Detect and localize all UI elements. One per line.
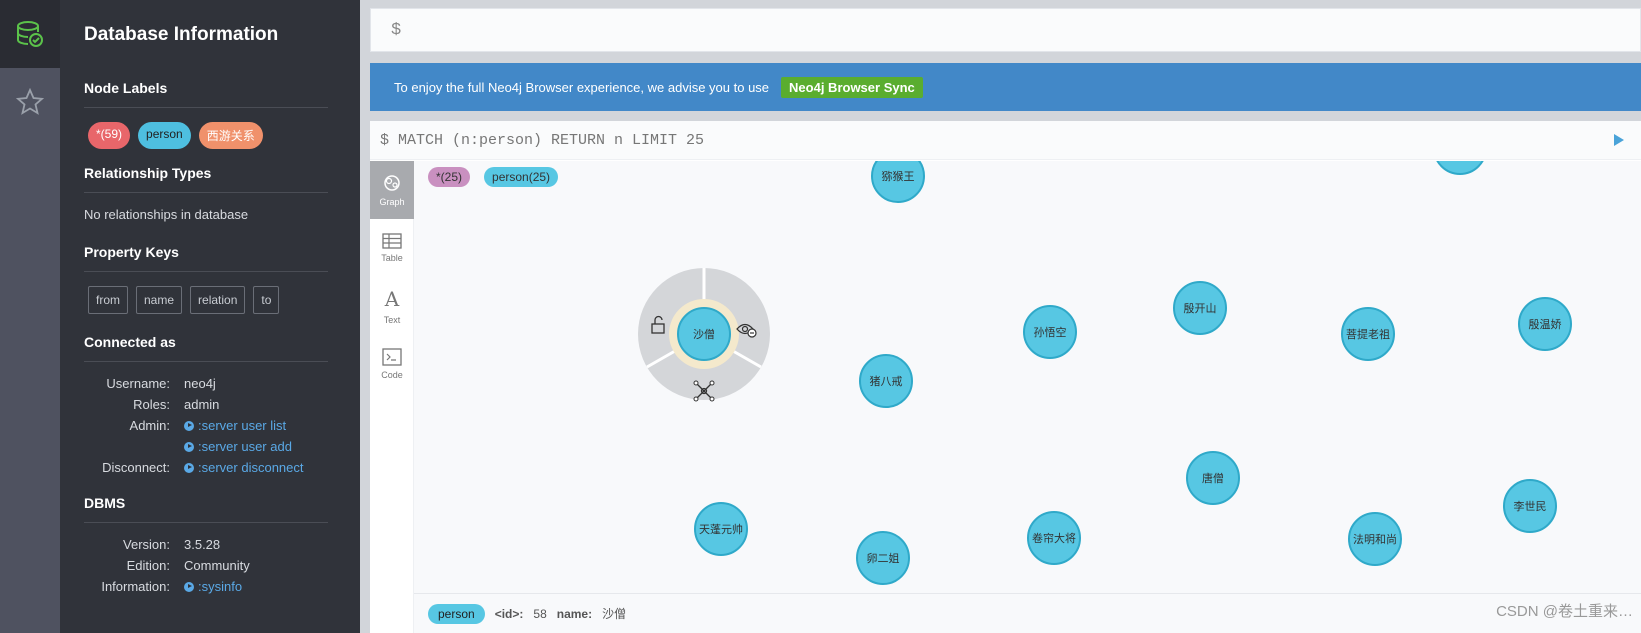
sync-banner: To enjoy the full Neo4j Browser experien… bbox=[370, 63, 1641, 111]
graph-node[interactable]: 卵二姐 bbox=[856, 531, 910, 585]
server-user-add-link[interactable]: :server user add bbox=[184, 439, 360, 454]
graph-node[interactable]: 天蓬元帅 bbox=[694, 502, 748, 556]
version-value: 3.5.28 bbox=[184, 537, 221, 552]
run-query-button[interactable] bbox=[1597, 121, 1641, 160]
property-keys-heading: Property Keys bbox=[84, 244, 328, 272]
view-table-label: Table bbox=[381, 253, 403, 263]
username-value: neo4j bbox=[184, 376, 216, 391]
database-icon[interactable] bbox=[0, 0, 60, 68]
node-labels-list: *(59) person 西游关系 bbox=[88, 122, 360, 149]
hide-eye-icon[interactable] bbox=[736, 321, 758, 339]
property-key-to[interactable]: to bbox=[253, 286, 280, 314]
edition-label: Edition: bbox=[126, 558, 170, 573]
result-labels: *(25) person(25) bbox=[428, 167, 559, 187]
graph-node[interactable]: 卷帘大将 bbox=[1027, 511, 1081, 565]
server-disconnect-link[interactable]: :server disconnect bbox=[184, 460, 360, 475]
no-relationships-text: No relationships in database bbox=[84, 207, 249, 222]
status-label-tag[interactable]: person bbox=[428, 603, 485, 624]
node-label-pill[interactable]: person bbox=[138, 122, 191, 149]
view-switcher: Graph Table A Text Code bbox=[370, 161, 414, 633]
roles-label: Roles: bbox=[133, 397, 170, 412]
graph-node-selected[interactable]: 沙僧 bbox=[677, 307, 731, 361]
expand-relationships-icon[interactable] bbox=[693, 380, 715, 402]
graph-icon bbox=[384, 175, 400, 191]
play-icon bbox=[184, 441, 194, 452]
relationship-types-heading: Relationship Types bbox=[84, 165, 328, 193]
server-user-list-link[interactable]: :server user list bbox=[184, 418, 360, 433]
cypher-editor[interactable]: $ bbox=[370, 8, 1641, 52]
graph-node-partial[interactable] bbox=[1433, 161, 1487, 175]
server-user-add-text: :server user add bbox=[198, 439, 292, 454]
status-bar: person <id>: 58 name: 沙僧 bbox=[414, 593, 1641, 633]
favorites-star-icon[interactable] bbox=[0, 68, 60, 136]
play-icon bbox=[184, 462, 194, 473]
banner-text: To enjoy the full Neo4j Browser experien… bbox=[394, 79, 770, 95]
dbms-heading: DBMS bbox=[84, 495, 328, 523]
view-table-button[interactable]: Table bbox=[370, 219, 414, 277]
browser-sync-button[interactable]: Neo4j Browser Sync bbox=[781, 76, 923, 98]
graph-node[interactable]: 猕猴王 bbox=[871, 161, 925, 203]
database-info-drawer: Database Information Node Labels *(59) p… bbox=[60, 0, 360, 633]
connection-details: Username: neo4j Roles: admin Admin: :ser… bbox=[84, 376, 360, 475]
status-id-value: 58 bbox=[533, 606, 547, 621]
text-icon: A bbox=[384, 287, 400, 311]
view-code-button[interactable]: Code bbox=[370, 335, 414, 393]
node-label-pill[interactable]: 西游关系 bbox=[198, 122, 263, 149]
editor-prompt: $ bbox=[391, 20, 402, 40]
view-text-label: Text bbox=[383, 315, 401, 325]
status-id-label: <id>: bbox=[494, 606, 524, 621]
connected-as-heading: Connected as bbox=[84, 334, 328, 362]
version-label: Version: bbox=[123, 537, 170, 552]
result-label-all[interactable]: *(25) bbox=[428, 167, 471, 187]
node-label-pill[interactable]: *(59) bbox=[88, 122, 131, 149]
watermark: CSDN @卷土重来… bbox=[1496, 603, 1633, 620]
property-key-name[interactable]: name bbox=[136, 286, 183, 314]
property-keys-list: from name relation to bbox=[88, 286, 360, 314]
view-code-label: Code bbox=[381, 370, 403, 380]
frame-query[interactable]: $ MATCH (n:person) RETURN n LIMIT 25 bbox=[370, 132, 1597, 149]
code-icon bbox=[382, 348, 402, 366]
username-label: Username: bbox=[106, 376, 170, 391]
nav-rail bbox=[0, 0, 60, 633]
view-text-button[interactable]: A Text bbox=[370, 277, 414, 335]
graph-node[interactable]: 唐僧 bbox=[1186, 451, 1240, 505]
server-disconnect-text: :server disconnect bbox=[198, 460, 304, 475]
status-name-label: name: bbox=[556, 606, 593, 621]
frame-header: $ MATCH (n:person) RETURN n LIMIT 25 bbox=[370, 121, 1641, 160]
disconnect-label: Disconnect: bbox=[102, 460, 170, 475]
drawer-title: Database Information bbox=[84, 24, 279, 45]
view-graph-button[interactable]: Graph bbox=[370, 161, 414, 219]
graph-node[interactable]: 李世民 bbox=[1503, 479, 1557, 533]
node-labels-heading: Node Labels bbox=[84, 80, 328, 108]
table-icon bbox=[382, 233, 402, 249]
view-graph-label: Graph bbox=[379, 197, 405, 207]
graph-node[interactable]: 菩提老祖 bbox=[1341, 307, 1395, 361]
graph-canvas[interactable]: *(25) person(25) 猕猴王 沙僧 孙悟空 殷开山 菩提老祖 殷温娇… bbox=[414, 161, 1641, 593]
information-label: Information: bbox=[101, 579, 170, 594]
play-icon bbox=[184, 420, 194, 431]
property-key-from[interactable]: from bbox=[88, 286, 128, 314]
admin-label: Admin: bbox=[129, 418, 170, 433]
edition-value: Community bbox=[184, 558, 250, 573]
graph-node[interactable]: 法明和尚 bbox=[1348, 512, 1402, 566]
result-frame: $ MATCH (n:person) RETURN n LIMIT 25 Gra… bbox=[370, 121, 1641, 633]
graph-node[interactable]: 孙悟空 bbox=[1023, 305, 1077, 359]
sysinfo-text: :sysinfo bbox=[198, 579, 243, 594]
property-key-relation[interactable]: relation bbox=[190, 286, 246, 314]
roles-value: admin bbox=[184, 397, 220, 412]
graph-node[interactable]: 猪八戒 bbox=[859, 354, 913, 408]
result-label-person[interactable]: person(25) bbox=[484, 167, 559, 187]
graph-node[interactable]: 殷开山 bbox=[1173, 281, 1227, 335]
play-icon bbox=[184, 581, 194, 592]
status-name-value: 沙僧 bbox=[602, 607, 627, 621]
graph-node[interactable]: 殷温娇 bbox=[1518, 297, 1572, 351]
play-icon bbox=[1614, 134, 1624, 146]
unlock-icon[interactable] bbox=[649, 315, 669, 335]
sysinfo-link[interactable]: :sysinfo bbox=[184, 579, 360, 594]
server-user-list-text: :server user list bbox=[198, 418, 287, 433]
dbms-details: Version: 3.5.28 Edition: Community Infor… bbox=[84, 537, 360, 594]
main-area: $ To enjoy the full Neo4j Browser experi… bbox=[360, 0, 1641, 633]
